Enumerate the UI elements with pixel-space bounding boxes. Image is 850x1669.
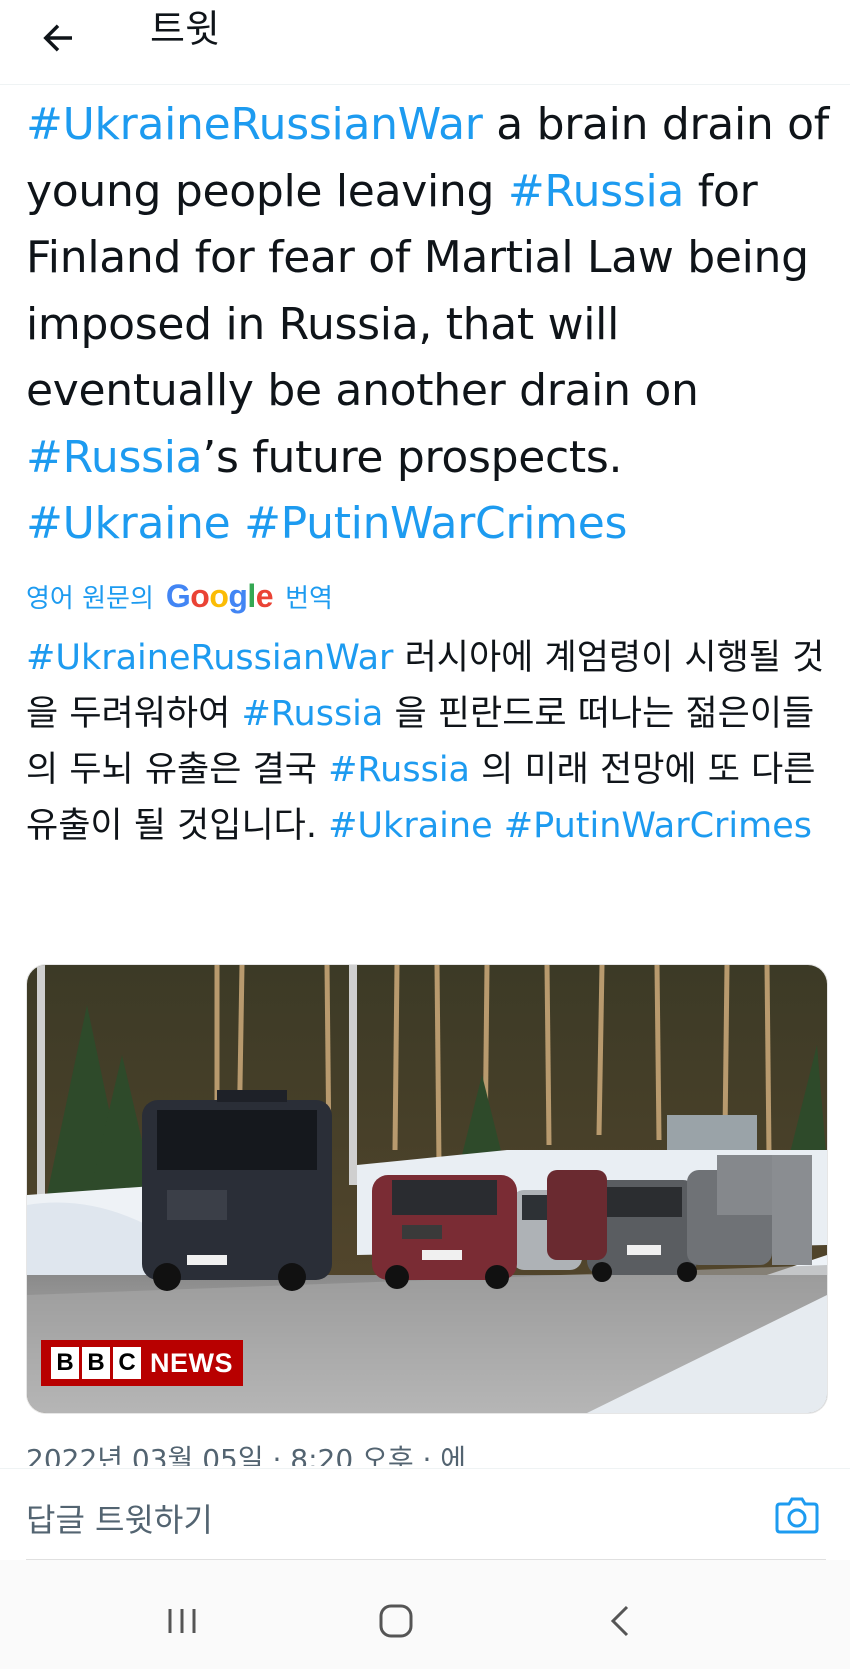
hashtag-link[interactable]: #Russia xyxy=(26,432,203,483)
timestamp: 2022년 03월 05일 · 8:20 오후 · 에 xyxy=(26,1443,467,1466)
tweet-text-segment xyxy=(493,806,504,846)
bbc-news-watermark: B B C NEWS xyxy=(41,1340,243,1386)
watermark-box-1: B xyxy=(51,1347,79,1379)
google-logo-letter: l xyxy=(247,577,256,614)
system-navigation-bar xyxy=(0,1560,850,1669)
hashtag-link[interactable]: #PutinWarCrimes xyxy=(504,806,812,846)
google-logo: Google xyxy=(165,577,274,615)
page-title: 트윗 xyxy=(150,7,220,51)
google-logo-letter: G xyxy=(165,577,191,614)
timestamp-row: 2022년 03월 05일 · 8:20 오후 · 에 xyxy=(26,1440,826,1466)
translation-prefix: 영어 원문의 xyxy=(26,583,154,614)
reply-bar: 답글 트윗하기 xyxy=(0,1468,850,1561)
hashtag-link[interactable]: #Russia xyxy=(508,166,685,217)
tweet-text-segment: ’s future prospects. xyxy=(202,431,623,483)
hashtag-link[interactable]: #PutinWarCrimes xyxy=(244,498,627,549)
tweet-text-segment xyxy=(230,498,244,549)
top-bar: 트윗 xyxy=(0,0,850,85)
watermark-box-3: C xyxy=(113,1347,141,1379)
recent-apps-button[interactable] xyxy=(152,1596,212,1646)
tweet-media-image[interactable]: B B C NEWS xyxy=(26,964,828,1414)
watermark-box-2: B xyxy=(82,1347,110,1379)
hashtag-link[interactable]: #Russia xyxy=(328,750,470,790)
google-logo-letter: o xyxy=(209,577,229,614)
hashtag-link[interactable]: #UkraineRussianWar xyxy=(26,99,483,150)
translated-tweet-text: #UkraineRussianWar 러시아에 계엄령이 시행될 것을 두려워하… xyxy=(26,630,836,854)
hashtag-link[interactable]: #Ukraine xyxy=(26,498,231,549)
hashtag-link[interactable]: #Ukraine xyxy=(328,806,493,846)
recent-apps-icon xyxy=(168,1609,196,1633)
google-logo-letter: e xyxy=(255,577,274,614)
translation-label[interactable]: 영어 원문의 Google 번역 xyxy=(26,578,333,614)
home-icon xyxy=(379,1604,413,1638)
google-logo-letter: o xyxy=(190,577,210,614)
camera-button[interactable] xyxy=(772,1489,822,1539)
translation-suffix: 번역 xyxy=(285,583,333,614)
home-button[interactable] xyxy=(366,1596,426,1646)
arrow-left-icon xyxy=(43,24,72,52)
system-back-button[interactable] xyxy=(590,1596,650,1646)
tweet-text: #UkraineRussianWar a brain drain of youn… xyxy=(26,92,836,558)
camera-icon xyxy=(775,1497,819,1534)
watermark-news: NEWS xyxy=(150,1347,233,1378)
hashtag-link[interactable]: #UkraineRussianWar xyxy=(26,638,393,678)
hashtag-link[interactable]: #Russia xyxy=(241,694,383,734)
back-button[interactable] xyxy=(30,10,86,66)
reply-input[interactable]: 답글 트윗하기 xyxy=(26,1495,213,1541)
google-logo-letter: g xyxy=(228,577,248,614)
back-chevron-icon xyxy=(610,1605,629,1637)
